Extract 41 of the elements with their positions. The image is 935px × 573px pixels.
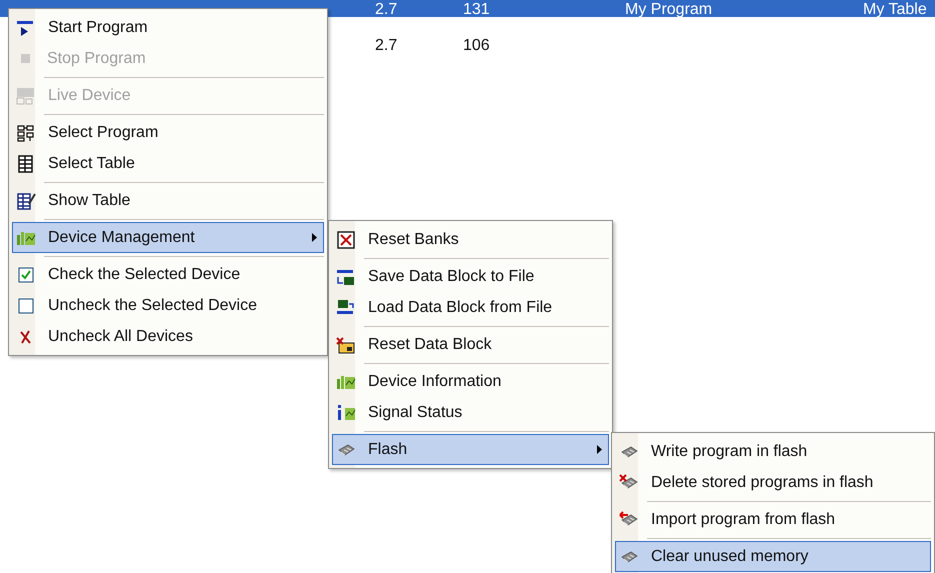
- table-cell: My Program: [625, 2, 712, 17]
- menu-item[interactable]: Save Data Block to File: [332, 261, 609, 292]
- cross-box-icon: [336, 230, 356, 248]
- info-chart-icon: [336, 404, 356, 422]
- folder-cross-icon: [336, 336, 356, 354]
- menu-item[interactable]: Write program in flash: [615, 436, 931, 467]
- menu-item[interactable]: Import program from flash: [615, 504, 931, 535]
- edit-table-icon: [16, 192, 36, 210]
- submenu-arrow-icon: [312, 233, 317, 242]
- stop-icon: [21, 54, 30, 63]
- table-cell-text: 106: [463, 36, 490, 56]
- menu-item[interactable]: Reset Banks: [332, 224, 609, 255]
- table-icon: [16, 154, 36, 172]
- table-cell: 2.7: [375, 2, 398, 17]
- menu-item[interactable]: Clear unused memory: [615, 541, 931, 572]
- table-cell: My Table: [863, 2, 927, 17]
- checked-box-icon: [16, 266, 36, 284]
- menu-item[interactable]: Device Management: [12, 222, 324, 253]
- menu-item[interactable]: Select Table: [12, 148, 324, 179]
- tree-icon: [16, 124, 36, 142]
- menu-item[interactable]: Show Table: [12, 185, 324, 216]
- menu-item[interactable]: Load Data Block from File: [332, 292, 609, 323]
- mem-load-icon: [336, 298, 356, 316]
- menu-item[interactable]: Signal Status: [332, 397, 609, 428]
- run-icon: [16, 18, 36, 36]
- menu-item[interactable]: Check the Selected Device: [12, 259, 324, 290]
- chip-cross-icon: [619, 474, 639, 492]
- device-icon: [16, 86, 36, 104]
- menu-item[interactable]: Reset Data Block: [332, 329, 609, 360]
- menu-item[interactable]: Uncheck All Devices: [12, 321, 324, 352]
- menu-item[interactable]: Device Information: [332, 366, 609, 397]
- menu-item[interactable]: Select Program: [12, 117, 324, 148]
- menu-item[interactable]: Flash: [332, 434, 609, 465]
- table-cell-text: 2.7: [375, 36, 398, 56]
- empty-box-icon: [16, 296, 36, 314]
- menu-item[interactable]: Uncheck the Selected Device: [12, 290, 324, 321]
- table-cell: 131: [463, 2, 490, 17]
- submenu-arrow-icon: [597, 445, 602, 454]
- mem-save-icon: [336, 268, 356, 286]
- menu-item[interactable]: Delete stored programs in flash: [615, 467, 931, 498]
- chip-arrow-icon: [619, 510, 639, 528]
